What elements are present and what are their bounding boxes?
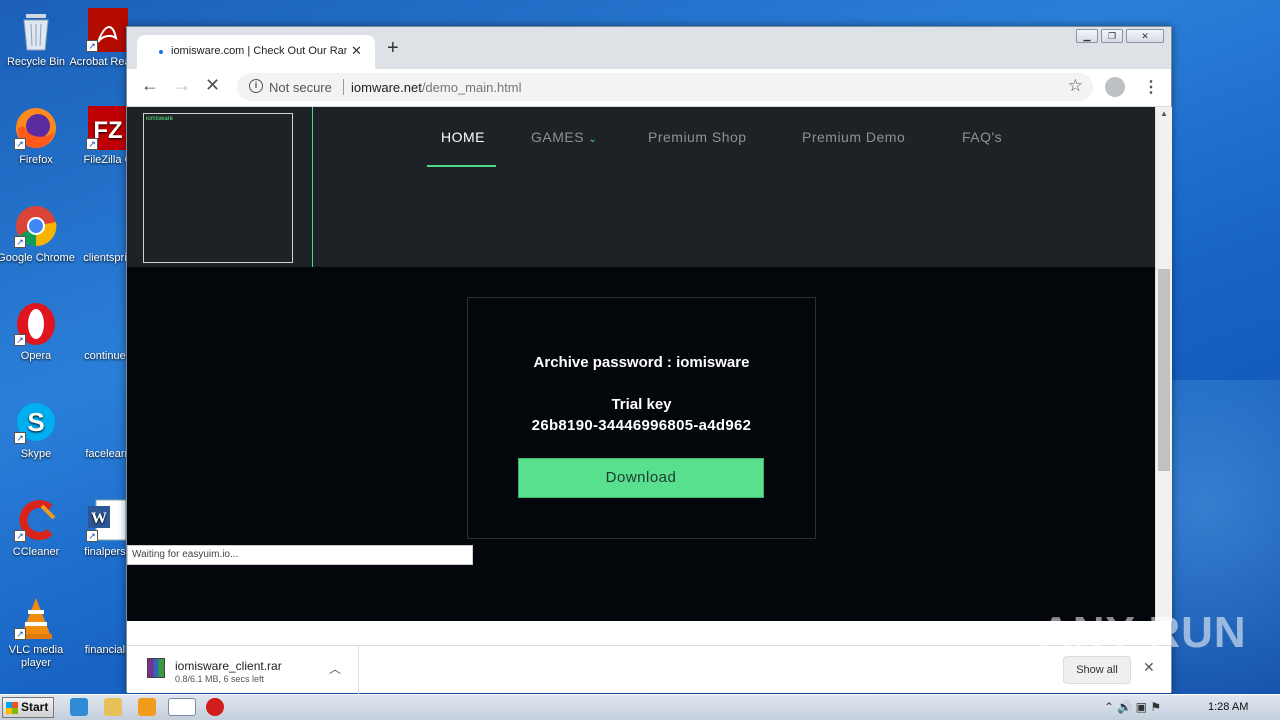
media-player-icon[interactable] (138, 698, 156, 716)
chevron-down-icon: ⌄ (588, 134, 598, 145)
browser-tab[interactable]: iomisware.com | Check Out Our Ran ✕ (137, 35, 375, 69)
close-window-button[interactable]: ✕ (1126, 29, 1164, 43)
restore-button[interactable]: ❐ (1101, 29, 1123, 43)
desktop-icon-recycle-bin[interactable]: Recycle Bin (0, 8, 76, 69)
tab-strip: iomisware.com | Check Out Our Ran ✕ + ▁ … (127, 27, 1171, 69)
desktop-icon-label: Skype (20, 448, 52, 460)
skype-icon: S ↗ (14, 400, 58, 444)
url-host: iomware.net (351, 80, 422, 95)
desktop-icon-google-chrome[interactable]: ↗ Google Chrome (0, 204, 76, 265)
active-nav-underline (427, 165, 496, 167)
recycle-bin-icon (14, 8, 58, 52)
download-card: Archive password : iomisware Trial key 2… (467, 297, 816, 539)
opera-icon: ↗ (14, 302, 58, 346)
download-file-name: iomisware_client.rar (175, 659, 282, 673)
archive-password-text: Archive password : iomisware (533, 354, 750, 371)
download-progress-text: 0.8/6.1 MB, 6 secs left (175, 674, 265, 684)
svg-text:W: W (91, 510, 107, 527)
nav-premium-shop[interactable]: Premium Shop (648, 129, 747, 145)
desktop-icon-label: CCleaner (12, 546, 60, 558)
vlc-icon: ↗ (14, 596, 58, 640)
trial-key-value: 26b8190-34446996805-a4d962 (531, 417, 752, 434)
chrome-taskbar-icon[interactable] (168, 698, 196, 716)
site-logo[interactable]: iomisware (143, 113, 293, 263)
acrobat-icon: ↗ (86, 8, 130, 52)
download-shelf: iomisware_client.rar 0.8/6.1 MB, 6 secs … (127, 645, 1171, 694)
nav-games[interactable]: GAMES ⌄ (531, 129, 597, 145)
stop-loading-icon[interactable]: ✕ (205, 75, 220, 96)
site-header: iomisware HOME GAMES ⌄ Premium Shop Prem… (127, 107, 1155, 267)
minimize-button[interactable]: ▁ (1076, 29, 1098, 43)
explorer-folder-icon[interactable] (104, 698, 122, 716)
url-path: /demo_main.html (421, 80, 522, 95)
filezilla-icon: FZ ↗ (86, 106, 130, 150)
desktop-icon-opera[interactable]: ↗ Opera (0, 302, 76, 363)
word-icon: W ↗ (86, 498, 130, 542)
security-label: Not secure (269, 80, 332, 95)
back-arrow-icon[interactable]: ← (141, 75, 159, 96)
file-icon (86, 400, 130, 444)
clock[interactable]: 1:28 AM (1208, 701, 1248, 713)
start-label: Start (21, 700, 49, 714)
ie-icon[interactable] (70, 698, 88, 716)
address-bar[interactable]: i Not secure iomware.net/demo_main.html … (237, 73, 1093, 101)
file-icon (86, 204, 130, 248)
scrollbar-thumb[interactable] (1158, 269, 1170, 471)
firefox-icon: ↗ (14, 106, 58, 150)
loading-favicon-icon (159, 50, 163, 54)
more-menu-icon[interactable]: ⋮ (1143, 77, 1159, 97)
file-icon (86, 302, 130, 346)
trial-key-label: Trial key (611, 396, 672, 413)
desktop-icon-label: VLC media player (8, 644, 64, 669)
svg-text:S: S (27, 407, 44, 437)
opera-taskbar-icon[interactable] (206, 698, 224, 716)
status-bubble: Waiting for easyuim.io... (127, 545, 473, 565)
close-shelf-icon[interactable]: ✕ (1143, 659, 1155, 676)
download-button[interactable]: Download (518, 458, 764, 498)
desktop-icon-vlc[interactable]: ↗ VLC media player (0, 596, 76, 670)
rar-file-icon (147, 658, 165, 678)
desktop-icon-skype[interactable]: S ↗ Skype (0, 400, 76, 461)
tab-title: iomisware.com | Check Out Our Ran (171, 45, 347, 57)
chrome-icon: ↗ (14, 204, 58, 248)
bookmark-star-icon[interactable]: ☆ (1068, 76, 1083, 96)
desktop-icon-firefox[interactable]: ↗ Firefox (0, 106, 76, 167)
nav-faq[interactable]: FAQ's (962, 129, 1002, 145)
browser-toolbar: ← → ✕ i Not secure iomware.net/demo_main… (127, 69, 1171, 107)
nav-premium-demo[interactable]: Premium Demo (802, 129, 905, 145)
file-icon (86, 596, 130, 640)
desktop-icon-label: Google Chrome (0, 252, 75, 264)
browser-window: iomisware.com | Check Out Our Ran ✕ + ▁ … (126, 26, 1172, 694)
ccleaner-icon: ↗ (14, 498, 58, 542)
scroll-up-icon[interactable]: ▲ (1160, 109, 1168, 118)
new-tab-button[interactable]: + (387, 37, 399, 60)
system-tray-icons[interactable]: ⌃ 🔊 ▣ ⚑ (1104, 700, 1161, 714)
show-all-button[interactable]: Show all (1063, 656, 1131, 684)
url-text[interactable]: iomware.net/demo_main.html (351, 80, 522, 95)
chevron-up-icon[interactable]: ︿ (329, 660, 341, 677)
header-divider (312, 107, 313, 267)
desktop-icon-label: Firefox (19, 154, 53, 166)
nav-home[interactable]: HOME (441, 129, 485, 145)
page-scrollbar[interactable]: ▲ (1155, 107, 1172, 621)
desktop-icon-label: Opera (20, 350, 52, 362)
start-button[interactable]: Start (2, 697, 54, 718)
tab-close-icon[interactable]: ✕ (351, 43, 362, 59)
address-divider (343, 79, 344, 95)
nav-games-label: GAMES (531, 129, 585, 145)
web-page: iomisware HOME GAMES ⌄ Premium Shop Prem… (127, 107, 1155, 621)
download-item[interactable]: iomisware_client.rar 0.8/6.1 MB, 6 secs … (127, 646, 359, 694)
forward-arrow-icon[interactable]: → (173, 75, 191, 96)
windows-logo-icon (6, 702, 18, 714)
desktop-icon-ccleaner[interactable]: ↗ CCleaner (0, 498, 76, 559)
taskbar: Start ⌃ 🔊 ▣ ⚑ 1:28 AM (0, 694, 1280, 720)
logo-alt-text: iomisware (146, 116, 174, 122)
desktop-icon-label: Recycle Bin (6, 56, 66, 68)
anyrun-watermark: ANY RUN (1040, 608, 1247, 657)
info-icon[interactable]: i (249, 79, 263, 93)
account-avatar-icon[interactable] (1105, 77, 1125, 97)
